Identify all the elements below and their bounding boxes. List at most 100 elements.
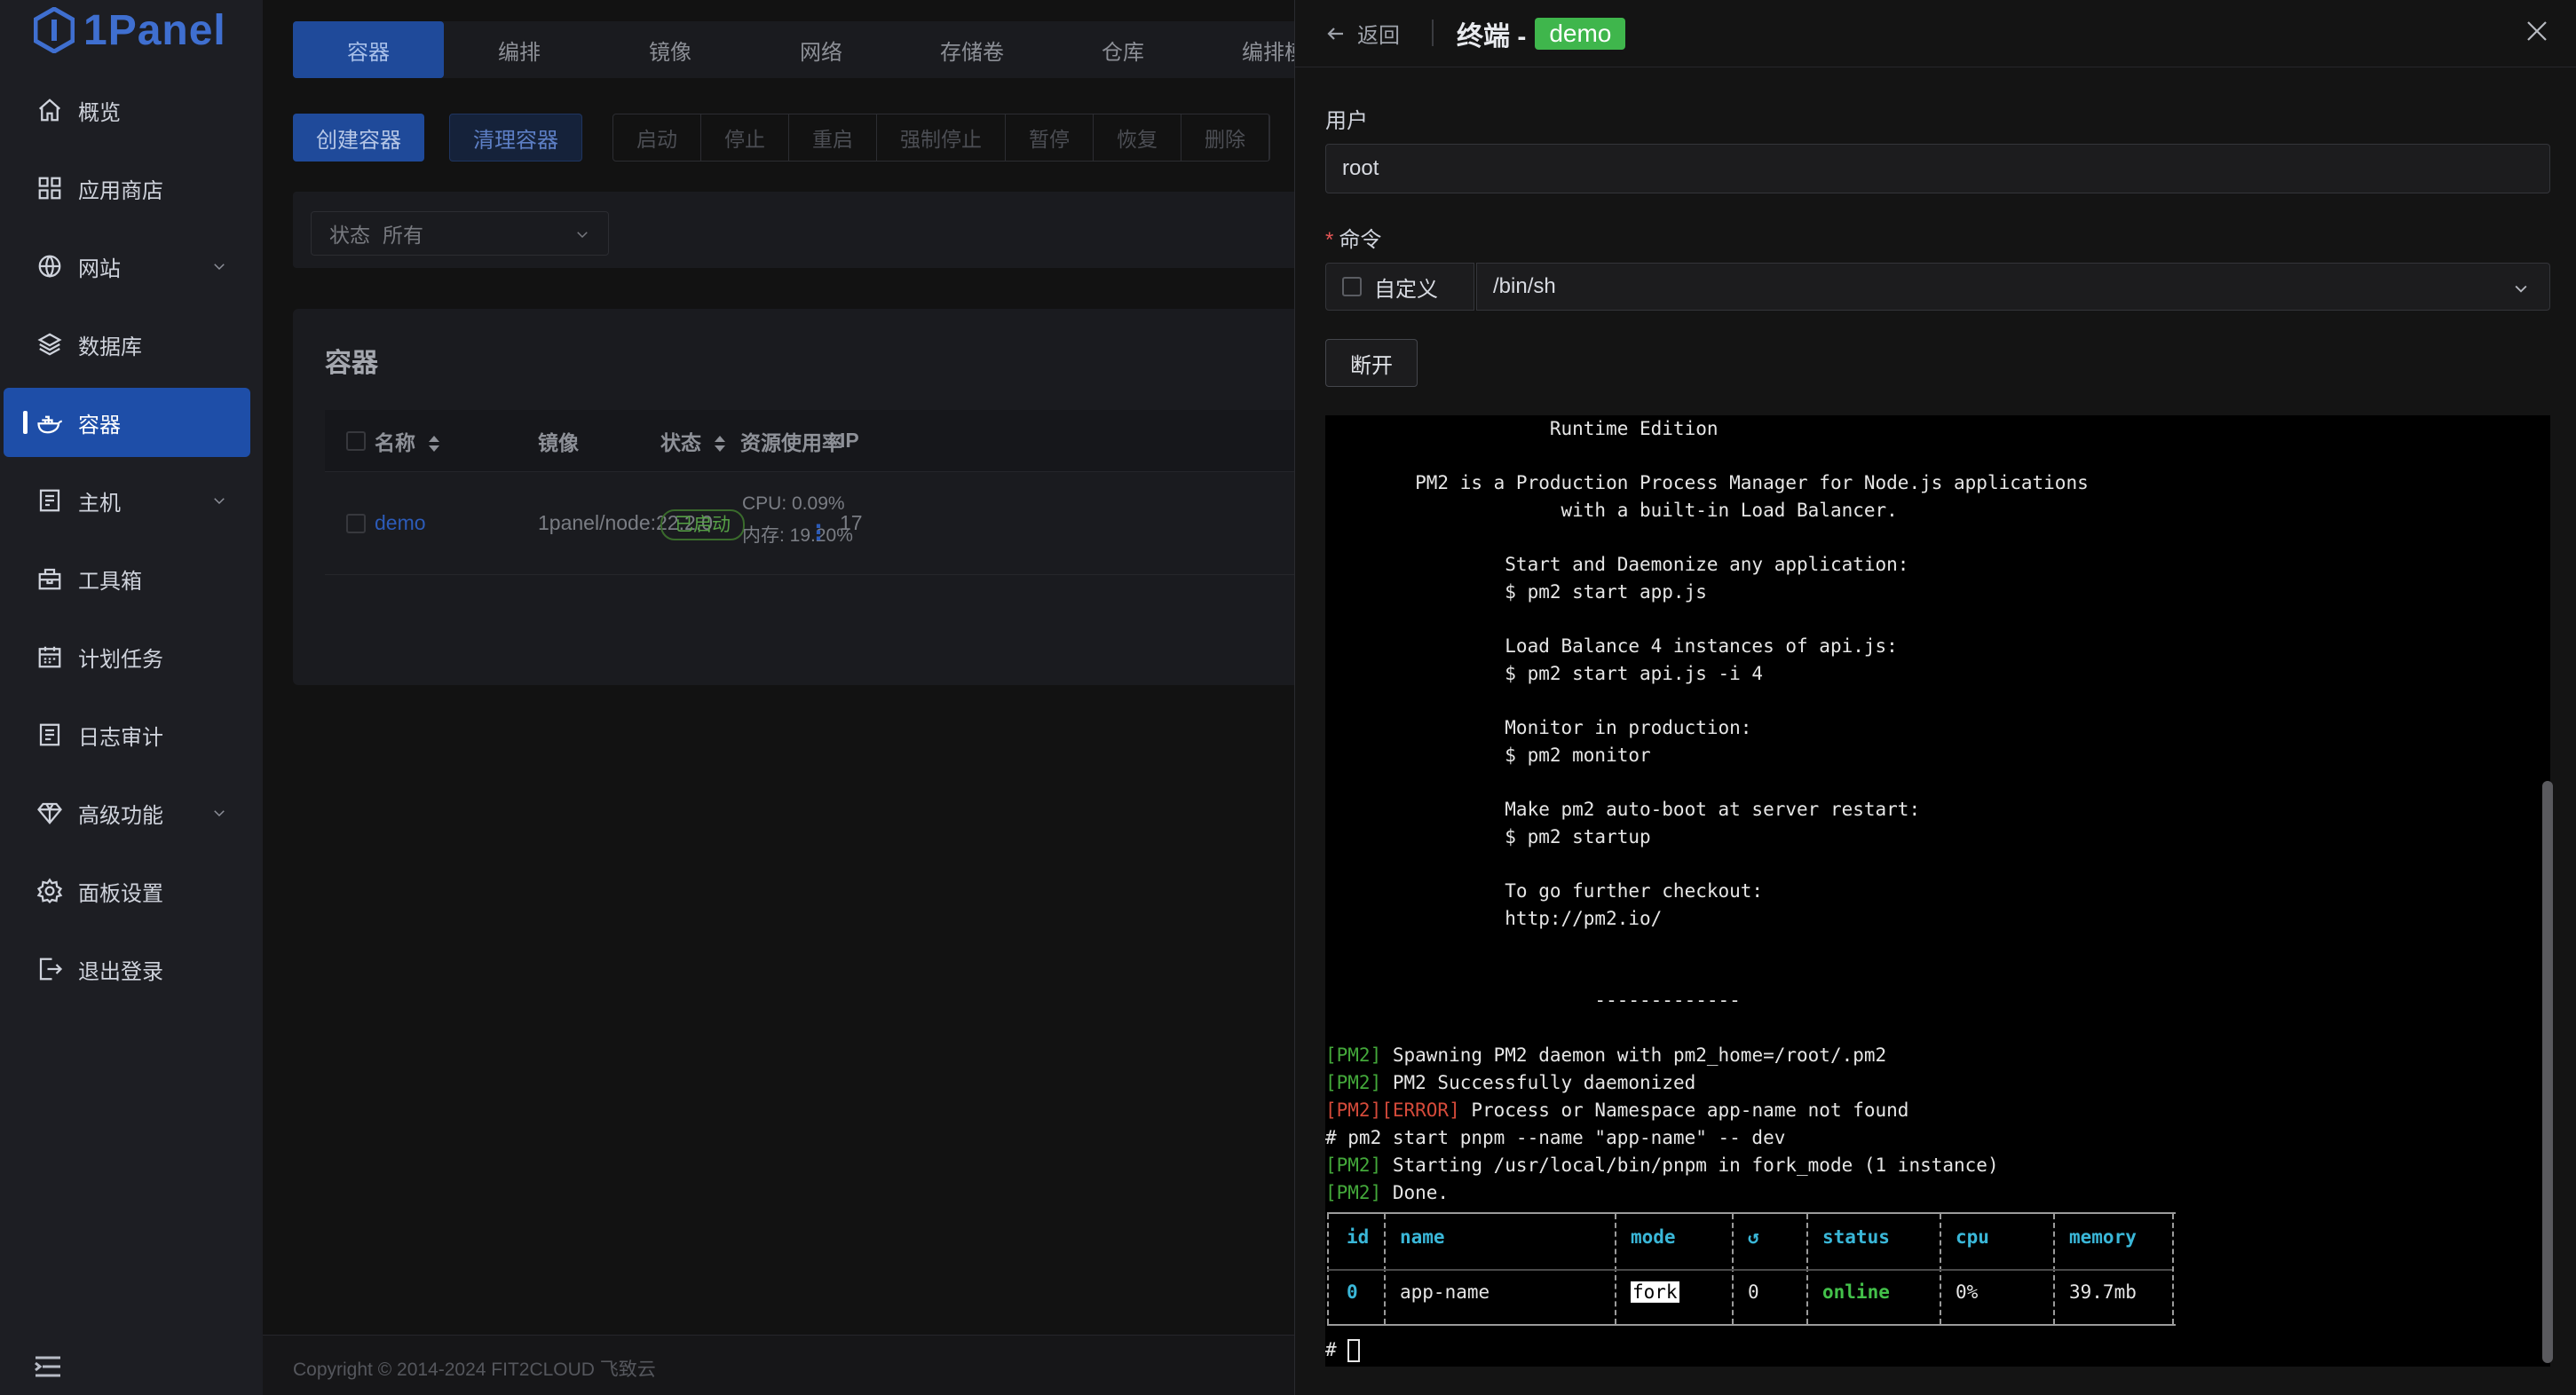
pm2-cell-name: app-name [1400, 1281, 1490, 1303]
drawer-header: 返回 终端 - demo [1295, 0, 2576, 67]
more-vertical-icon[interactable]: ⋮ [808, 520, 829, 546]
chevron-down-icon [2512, 280, 2530, 297]
pm2-header-id: id [1347, 1226, 1370, 1248]
chevron-down-icon [211, 805, 227, 821]
clean-container-button[interactable]: 清理容器 [449, 114, 582, 162]
sidebar-item-label: 应用商店 [78, 178, 163, 203]
terminal-line: Runtime Edition [1325, 418, 1719, 439]
sidebar-item-log-audit[interactable]: 日志审计 [0, 700, 263, 769]
back-button[interactable]: 返回 [1325, 18, 1400, 49]
layers-icon [36, 330, 64, 359]
container-toolbar: 创建容器 清理容器 启动 停止 重启 强制停止 暂停 恢复 删除 [293, 114, 1270, 162]
create-container-button[interactable]: 创建容器 [293, 114, 424, 162]
tab-container[interactable]: 容器 [293, 21, 444, 78]
tab-image[interactable]: 镜像 [595, 21, 746, 78]
delete-button[interactable]: 删除 [1181, 114, 1269, 161]
terminal-line: $ pm2 startup [1325, 826, 1651, 847]
sidebar-item-toolbox[interactable]: 工具箱 [0, 544, 263, 613]
sidebar-item-settings[interactable]: 面板设置 [0, 856, 263, 926]
sidebar-item-overview[interactable]: 概览 [0, 75, 263, 145]
sidebar-item-label: 日志审计 [78, 725, 163, 750]
sidebar-item-cron[interactable]: 计划任务 [0, 622, 263, 691]
user-label: 用户 [1325, 109, 1368, 133]
sidebar-item-logout[interactable]: 退出登录 [0, 934, 263, 1004]
footer: Copyright © 2014-2024 FIT2CLOUD 飞致云 [263, 1335, 1294, 1395]
pm2-cell-memory: 39.7mb [2069, 1281, 2137, 1303]
custom-command-checkbox[interactable]: 自定义 [1325, 263, 1474, 311]
batch-action-group: 启动 停止 重启 强制停止 暂停 恢复 删除 [612, 114, 1270, 162]
container-table: 名称 镜像 状态 资源使用率 IP demo 1panel/node:22.2.… [325, 410, 1294, 575]
chevron-down-icon [211, 258, 227, 274]
filter-bar: 状态 所有 [293, 192, 1294, 268]
sidebar-nav: 概览 应用商店 网站 数据库 容器 主机 工具箱 计划任务 日志审计 高级功能 … [0, 75, 263, 1013]
sidebar-item-app-store[interactable]: 应用商店 [0, 154, 263, 223]
terminal-drawer: 返回 终端 - demo 用户 *命令 自定义 /bin/sh 断开 Runti… [1294, 0, 2576, 1395]
table-row: demo 1panel/node:22.2.0 已启动 CPU: 0.09% 内… [325, 472, 1294, 575]
sidebar-item-label: 主机 [78, 491, 121, 516]
sidebar-item-host[interactable]: 主机 [0, 466, 263, 535]
command-label: * 命令 [1325, 228, 1382, 252]
container-name-link[interactable]: demo [375, 511, 426, 535]
disconnect-button[interactable]: 断开 [1325, 339, 1418, 387]
status-filter-label: 状态 [329, 224, 370, 247]
tab-compose[interactable]: 编排 [444, 21, 595, 78]
tab-network[interactable]: 网络 [746, 21, 897, 78]
custom-command-label: 自定义 [1374, 277, 1438, 302]
sort-icon [714, 435, 726, 453]
sidebar-item-website[interactable]: 网站 [0, 232, 263, 301]
table-header: 名称 镜像 状态 资源使用率 IP [325, 410, 1294, 472]
close-icon[interactable] [2524, 18, 2550, 44]
app-logo[interactable]: 1Panel [34, 5, 226, 55]
terminal-scrollbar[interactable] [2542, 781, 2553, 1363]
pm2-cell-cpu: 0% [1956, 1281, 1979, 1303]
copyright-text: Copyright © 2014-2024 FIT2CLOUD 飞致云 [293, 1360, 656, 1380]
pause-button[interactable]: 暂停 [1006, 114, 1094, 161]
user-input[interactable] [1325, 144, 2550, 193]
terminal-log-line: [PM2] Starting /usr/local/bin/pnpm in fo… [1325, 1155, 1999, 1176]
row-checkbox[interactable] [346, 513, 366, 533]
sidebar-item-database[interactable]: 数据库 [0, 310, 263, 379]
tab-compose-template[interactable]: 编排模 [1198, 21, 1294, 78]
pm2-cell-status: online [1822, 1281, 1890, 1303]
status-filter-select[interactable]: 状态 所有 [311, 211, 609, 256]
menu-collapse-icon[interactable] [32, 1351, 64, 1383]
pm2-header-name: name [1400, 1226, 1445, 1248]
column-status[interactable]: 状态 [660, 426, 726, 456]
start-button[interactable]: 启动 [613, 114, 701, 161]
stop-button[interactable]: 停止 [701, 114, 789, 161]
globe-icon [36, 252, 64, 280]
chevron-down-icon [574, 226, 590, 242]
resume-button[interactable]: 恢复 [1094, 114, 1181, 161]
terminal-line: http://pm2.io/ [1325, 908, 1663, 929]
resource-usage: CPU: 0.09% 内存: 19.20% [742, 488, 853, 552]
calendar-icon [36, 642, 64, 671]
app-logo-text: 1Panel [83, 6, 226, 54]
status-badge: 已启动 [660, 508, 745, 540]
checkbox-box [1342, 277, 1362, 296]
terminal-line: Start and Daemonize any application: [1325, 554, 1909, 575]
column-name[interactable]: 名称 [375, 426, 440, 456]
sidebar-item-label: 计划任务 [78, 647, 163, 672]
column-usage: 资源使用率 [740, 430, 842, 454]
panel-logo-icon [34, 7, 75, 53]
gear-icon [36, 877, 64, 905]
sidebar-item-label: 网站 [78, 256, 121, 281]
sidebar-item-label: 高级功能 [78, 803, 163, 828]
container-card: 容器 名称 镜像 状态 资源使用率 IP demo 1panel/node:22… [293, 309, 1294, 685]
terminal-log-line: [PM2] Spawning PM2 daemon with pm2_home=… [1325, 1044, 1887, 1066]
restart-button[interactable]: 重启 [789, 114, 877, 161]
terminal-error-line: [PM2][ERROR] Process or Namespace app-na… [1325, 1099, 1909, 1121]
terminal-cursor [1347, 1339, 1361, 1362]
select-all-checkbox[interactable] [346, 430, 366, 451]
force-stop-button[interactable]: 强制停止 [877, 114, 1006, 161]
column-image: 镜像 [538, 430, 579, 454]
terminal-output[interactable]: Runtime Edition PM2 is a Production Proc… [1325, 415, 2550, 1367]
tab-repo[interactable]: 仓库 [1047, 21, 1198, 78]
container-ip: 17 [840, 511, 863, 534]
terminal-log-line: [PM2] Done. [1325, 1182, 1450, 1203]
sidebar-item-advanced[interactable]: 高级功能 [0, 778, 263, 847]
command-select[interactable]: /bin/sh [1476, 263, 2550, 311]
sidebar-item-container[interactable]: 容器 [4, 388, 250, 457]
tab-volume[interactable]: 存储卷 [897, 21, 1047, 78]
arrow-left-icon [1325, 23, 1347, 44]
